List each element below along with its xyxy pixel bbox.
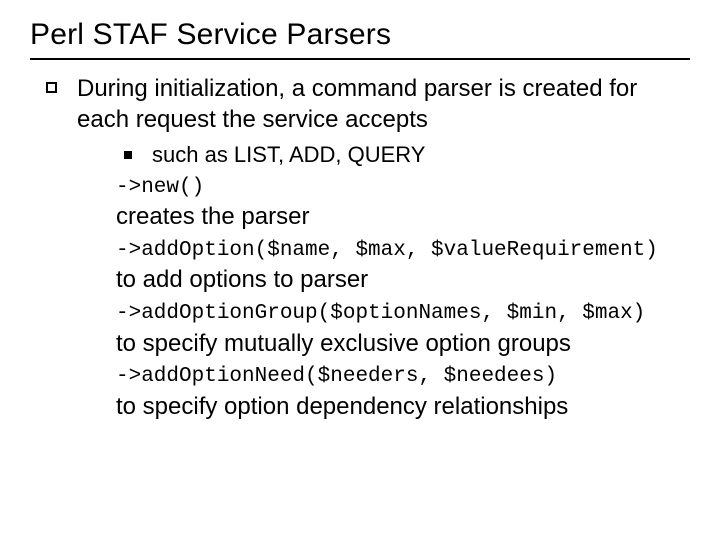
desc-addoptionneed: to specify option dependency relationshi… — [116, 392, 690, 423]
code-addoption: ->addOption($name, $max, $valueRequireme… — [116, 237, 690, 265]
code-addoptiongroup: ->addOptionGroup($optionNames, $min, $ma… — [116, 300, 690, 328]
bullet-level1: During initialization, a command parser … — [38, 74, 690, 135]
hollow-square-icon — [46, 82, 57, 93]
slide: Perl STAF Service Parsers During initial… — [0, 0, 720, 540]
sub-content: such as LIST, ADD, QUERY ->new() creates… — [116, 141, 690, 422]
code-new: ->new() — [116, 174, 690, 202]
filled-square-icon — [124, 151, 132, 159]
desc-addoption: to add options to parser — [116, 265, 690, 296]
title-underline — [30, 58, 690, 60]
bullet-text: During initialization, a command parser … — [77, 74, 690, 135]
desc-addoptiongroup: to specify mutually exclusive option gro… — [116, 329, 690, 360]
slide-title: Perl STAF Service Parsers — [30, 18, 690, 52]
desc-new: creates the parser — [116, 202, 690, 233]
bullet-level2: such as LIST, ADD, QUERY — [116, 141, 690, 170]
sub-bullet-text: such as LIST, ADD, QUERY — [152, 141, 425, 170]
code-addoptionneed: ->addOptionNeed($needers, $needees) — [116, 363, 690, 391]
